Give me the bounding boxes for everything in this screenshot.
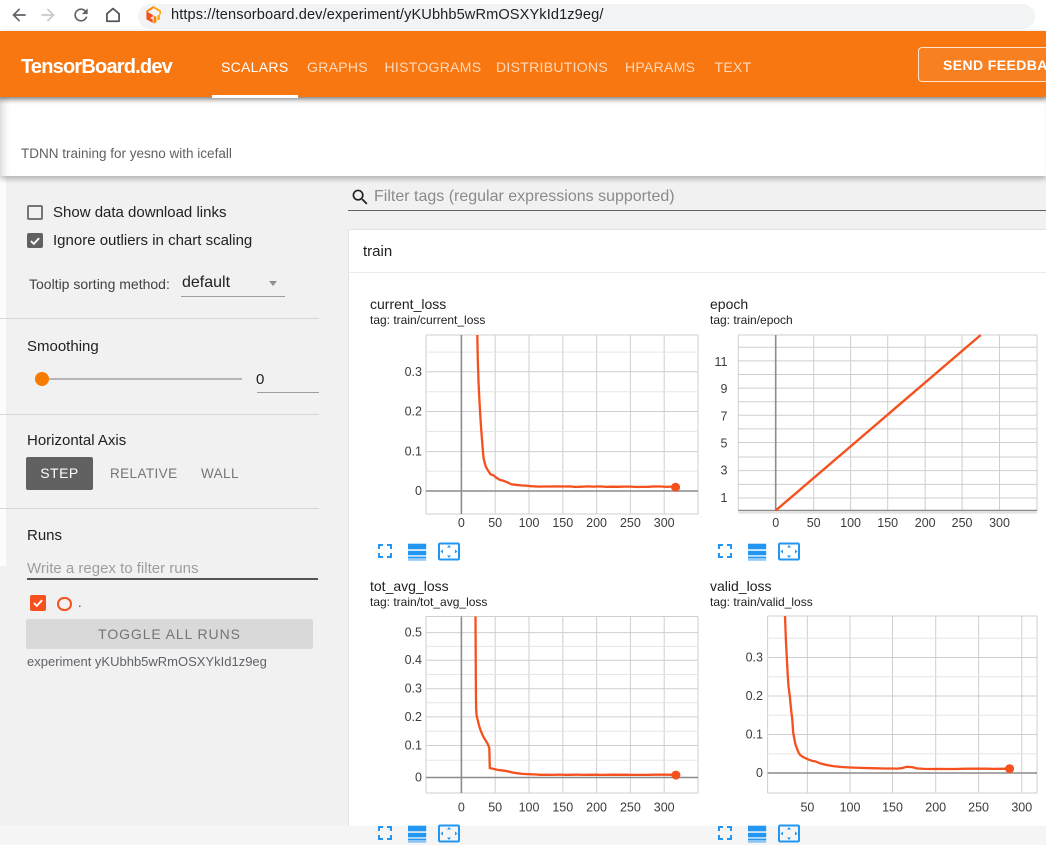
svg-text:100: 100 (519, 516, 540, 530)
svg-text:200: 200 (925, 801, 946, 815)
svg-text:250: 250 (620, 801, 641, 815)
svg-text:11: 11 (715, 355, 728, 369)
svg-text:0.1: 0.1 (405, 445, 422, 459)
svg-text:0.1: 0.1 (746, 728, 763, 742)
svg-text:0.1: 0.1 (405, 739, 422, 753)
svg-text:150: 150 (877, 516, 898, 530)
svg-text:0: 0 (458, 516, 465, 530)
svg-text:1: 1 (721, 491, 728, 505)
svg-text:200: 200 (586, 801, 607, 815)
svg-text:150: 150 (552, 516, 573, 530)
svg-text:100: 100 (519, 801, 540, 815)
svg-text:0: 0 (415, 484, 422, 498)
svg-text:250: 250 (952, 516, 973, 530)
svg-text:0.2: 0.2 (405, 710, 422, 724)
svg-text:0.3: 0.3 (746, 651, 763, 665)
svg-text:9: 9 (721, 382, 728, 396)
svg-text:300: 300 (654, 516, 675, 530)
svg-text:0.2: 0.2 (405, 405, 422, 419)
svg-text:300: 300 (1011, 801, 1032, 815)
svg-text:7: 7 (721, 409, 728, 423)
svg-text:3: 3 (721, 464, 728, 478)
svg-text:0: 0 (756, 766, 763, 780)
svg-text:300: 300 (989, 516, 1010, 530)
svg-text:0.5: 0.5 (405, 626, 422, 640)
svg-text:200: 200 (586, 516, 607, 530)
svg-text:100: 100 (840, 516, 861, 530)
svg-text:250: 250 (620, 516, 641, 530)
svg-text:150: 150 (882, 801, 903, 815)
svg-text:200: 200 (915, 516, 936, 530)
svg-text:0: 0 (458, 801, 465, 815)
svg-text:0: 0 (415, 771, 422, 785)
svg-text:0.3: 0.3 (405, 365, 422, 379)
svg-text:250: 250 (968, 801, 989, 815)
svg-text:50: 50 (488, 516, 502, 530)
svg-text:50: 50 (488, 801, 502, 815)
svg-text:5: 5 (721, 437, 728, 451)
svg-text:50: 50 (807, 516, 821, 530)
svg-text:0.2: 0.2 (746, 689, 763, 703)
svg-text:0.4: 0.4 (405, 653, 422, 667)
svg-text:100: 100 (840, 801, 861, 815)
svg-text:0.3: 0.3 (405, 682, 422, 696)
svg-text:300: 300 (654, 801, 675, 815)
svg-text:0: 0 (772, 516, 779, 530)
svg-text:50: 50 (800, 801, 814, 815)
svg-text:150: 150 (552, 801, 573, 815)
